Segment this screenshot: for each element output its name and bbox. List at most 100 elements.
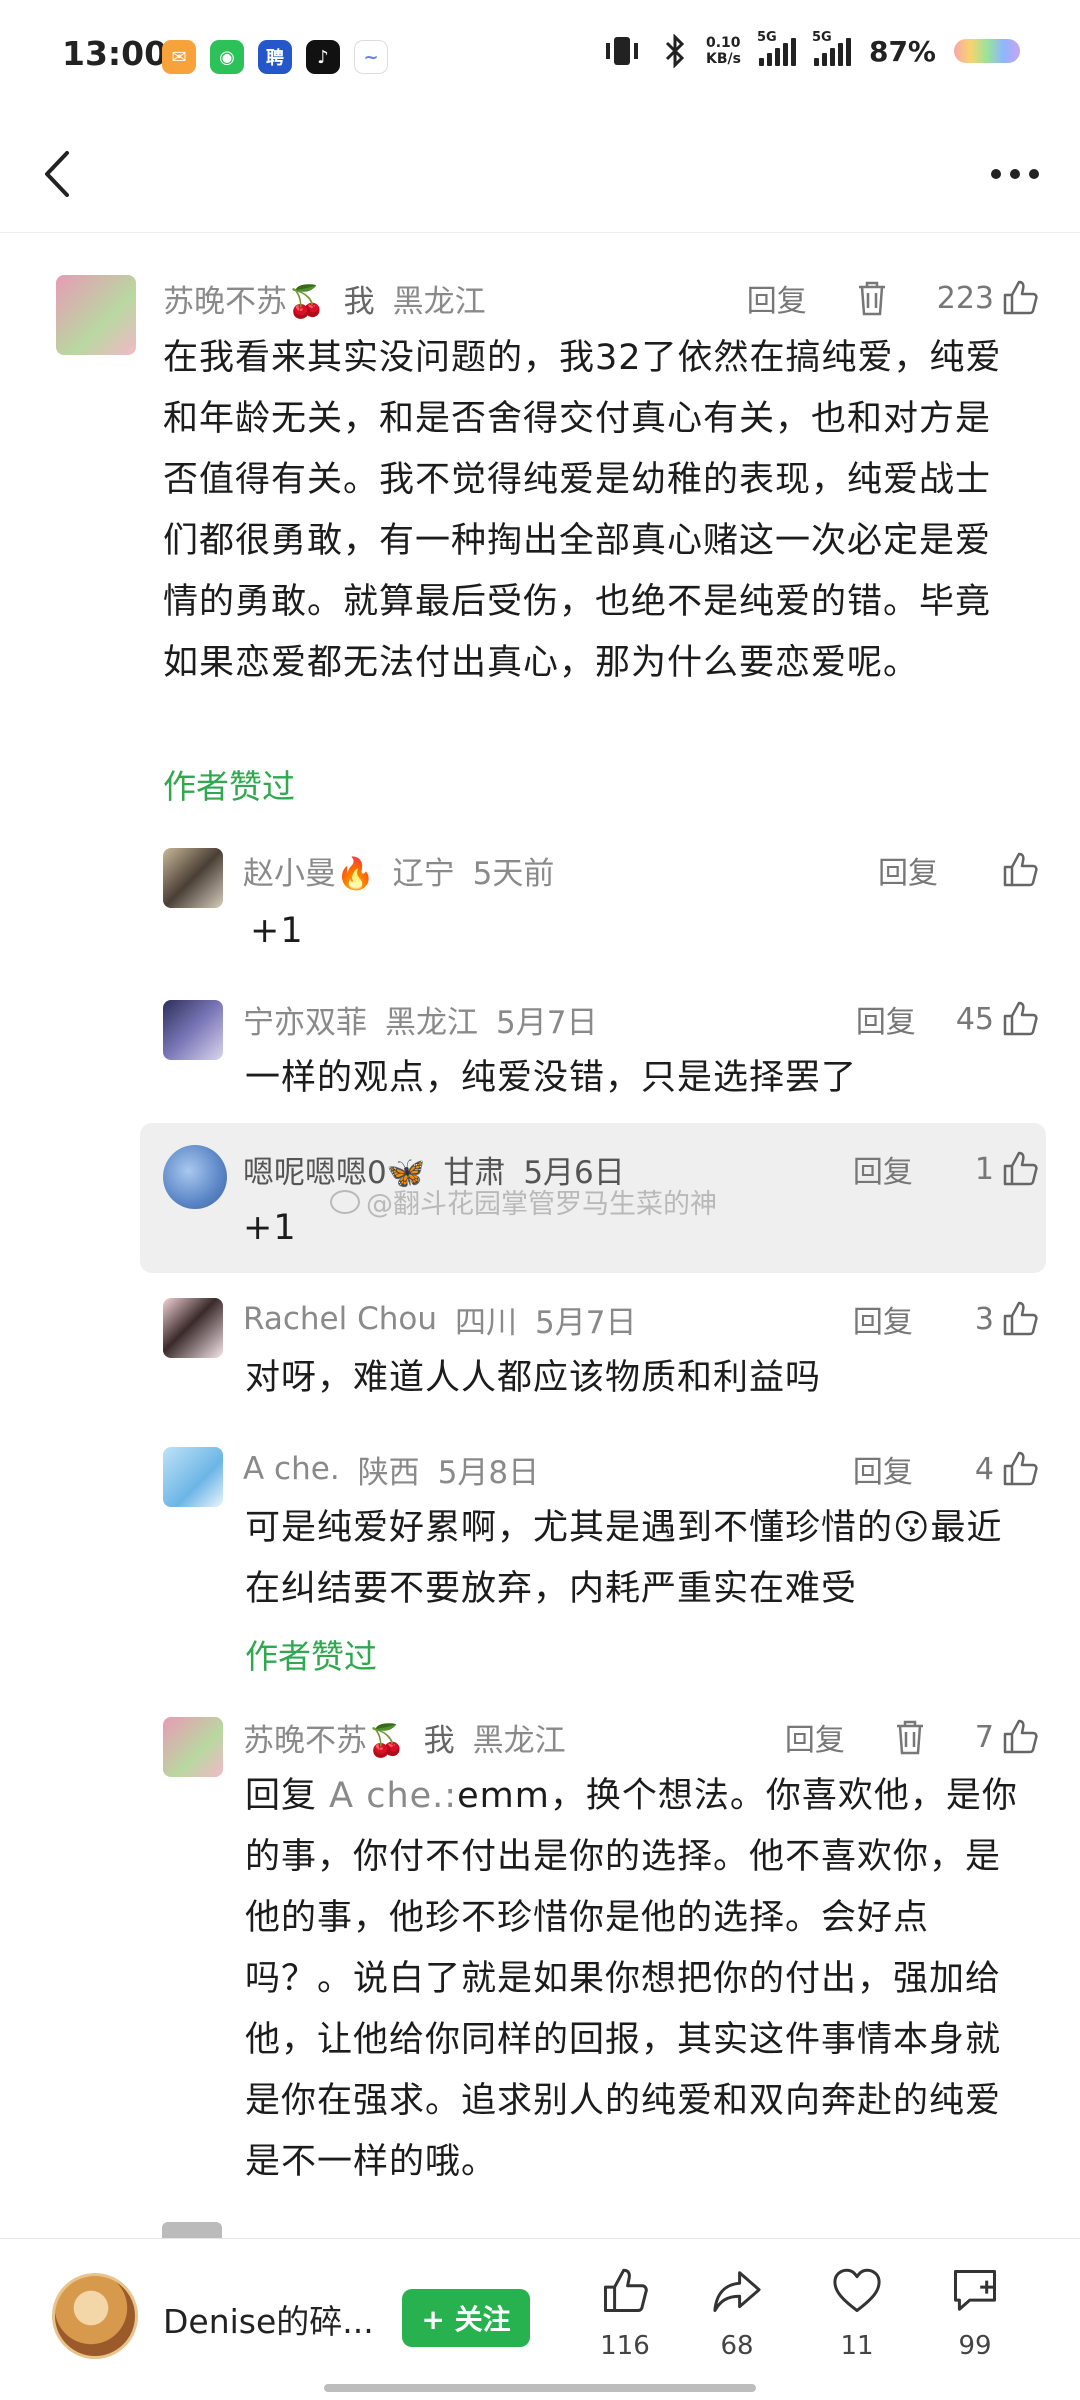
avatar[interactable]	[163, 848, 223, 908]
thumbs-up-icon	[1003, 852, 1038, 887]
bottom-action-bar: Denise的碎... + 关注 116 68 11 99	[0, 2238, 1080, 2400]
bluetooth-icon	[665, 34, 685, 68]
comment-text: 一样的观点，纯爱没错，只是选择罢了	[245, 1058, 858, 1098]
comment-actions: 回复 45	[856, 997, 1040, 1041]
comment-time: 5月7日	[535, 1304, 637, 1341]
avatar[interactable]	[163, 1298, 223, 1358]
net-speed: 0.10 KB/s	[706, 35, 741, 67]
signal-icon: 5G	[757, 30, 796, 66]
user-location: 陕西	[357, 1454, 420, 1491]
user-location: 辽宁	[392, 855, 455, 892]
like-button[interactable]: 3	[975, 1299, 1040, 1339]
heart-icon	[833, 2268, 881, 2312]
net-speed-value: 0.10	[706, 35, 741, 51]
user-name[interactable]: 赵小曼🔥	[243, 848, 375, 893]
comment-text: 回复 A che.:emm，换个想法。你喜欢他，是你的事，你付不付出是你的选择。…	[245, 1766, 1025, 2193]
user-name[interactable]: 苏晚不苏🍒	[163, 276, 326, 321]
back-button[interactable]	[32, 149, 82, 199]
like-post-button[interactable]: 116	[580, 2265, 670, 2361]
author-avatar[interactable]	[52, 2273, 138, 2359]
like-button[interactable]: 45	[956, 999, 1040, 1039]
author-name[interactable]: Denise的碎...	[163, 2295, 374, 2343]
like-button[interactable]	[1000, 850, 1040, 890]
status-indicators: 0.10 KB/s 5G 5G 87%	[600, 30, 1020, 68]
comment-header: Rachel Chou 四川 5月7日	[243, 1297, 654, 1341]
thumbs-up-icon	[1003, 1451, 1038, 1486]
like-count: 7	[974, 1719, 994, 1755]
follow-button[interactable]: + 关注	[402, 2289, 530, 2347]
battery-percent: 87%	[868, 34, 936, 68]
like-count: 116	[600, 2331, 650, 2361]
like-button[interactable]: 7	[975, 1717, 1040, 1757]
comment-text: 在我看来其实没问题的，我32了依然在搞纯爱，纯爱和年龄无关，和是否舍得交付真心有…	[163, 338, 1002, 683]
like-button[interactable]: 223	[937, 278, 1040, 318]
next-reply-partial	[162, 2222, 1022, 2238]
app-notification-icon: ✉	[162, 40, 196, 74]
like-count: 1	[974, 1151, 994, 1187]
more-options-button[interactable]	[980, 149, 1050, 199]
avatar[interactable]	[163, 1145, 227, 1209]
like-count: 45	[955, 1001, 994, 1037]
me-badge: 我	[343, 283, 375, 320]
avatar[interactable]	[163, 1447, 223, 1507]
dot	[991, 169, 1001, 179]
home-indicator[interactable]	[324, 2384, 756, 2392]
tiktok-icon: ♪	[306, 40, 340, 74]
comment-text: 对呀，难道人人都应该物质和利益吗	[245, 1358, 822, 1398]
comment-header: 苏晚不苏🍒 我 黑龙江	[163, 275, 504, 321]
avatar[interactable]	[163, 1717, 223, 1777]
like-button[interactable]: 4	[975, 1449, 1040, 1489]
signal-label: 5G	[811, 30, 832, 45]
comment-time: 5月8日	[437, 1454, 540, 1491]
avatar[interactable]	[56, 275, 136, 355]
user-location: 黑龙江	[385, 1004, 478, 1041]
reply-button[interactable]: 回复	[747, 276, 807, 320]
net-speed-unit: KB/s	[706, 51, 741, 67]
comment-header: 宁亦双菲 黑龙江 5月7日	[243, 997, 615, 1041]
favorite-count: 11	[840, 2331, 874, 2361]
user-location: 黑龙江	[472, 1722, 566, 1759]
me-badge: 我	[423, 1722, 455, 1759]
user-name[interactable]: 苏晚不苏🍒	[243, 1715, 406, 1760]
dot	[1029, 169, 1039, 179]
reply-button[interactable]: 回复	[785, 1715, 845, 1759]
user-name[interactable]: 宁亦双菲	[243, 997, 367, 1042]
delete-icon[interactable]	[851, 277, 893, 319]
comment-actions: 回复 1	[853, 1147, 1040, 1191]
thumbs-up-icon	[1003, 1301, 1038, 1336]
signal-icon: 5G	[812, 30, 851, 66]
thumbs-up-icon	[1003, 1001, 1038, 1036]
comment-count: 99	[958, 2331, 992, 2361]
comment-actions: 回复 7	[785, 1715, 1040, 1759]
comment-text: +1	[250, 911, 304, 951]
comment-text: 可是纯爱好累啊，尤其是遇到不懂珍惜的😗最近在纠结要不要放弃，内耗严重实在难受	[245, 1508, 1003, 1609]
share-count: 68	[720, 2331, 754, 2361]
comment-time: 5天前	[472, 855, 555, 892]
chevron-left-icon	[45, 151, 69, 197]
user-location: 四川	[455, 1304, 517, 1341]
reply-button[interactable]: 回复	[878, 848, 938, 892]
user-name[interactable]: Rachel Chou	[243, 1301, 437, 1337]
delete-icon[interactable]	[889, 1716, 931, 1758]
reply-button[interactable]: 回复	[853, 1147, 913, 1191]
comment-add-icon	[954, 2270, 996, 2311]
avatar[interactable]	[163, 1000, 223, 1060]
user-name[interactable]: A che.	[243, 1451, 340, 1487]
vibrate-icon	[606, 37, 638, 65]
status-time: 13:00	[62, 34, 168, 73]
comment-actions: 回复 3	[853, 1297, 1040, 1341]
comment-button[interactable]: 99	[930, 2265, 1020, 2361]
reply-button[interactable]: 回复	[856, 997, 916, 1041]
reply-button[interactable]: 回复	[853, 1447, 913, 1491]
comment-header: A che. 陕西 5月8日	[243, 1447, 557, 1491]
thumbs-up-icon	[604, 2268, 648, 2312]
author-liked-badge: 作者赞过	[163, 767, 295, 806]
dot	[1010, 169, 1020, 179]
favorite-button[interactable]: 11	[812, 2265, 902, 2361]
like-count: 4	[974, 1451, 994, 1487]
share-button[interactable]: 68	[692, 2265, 782, 2361]
reply-button[interactable]: 回复	[853, 1297, 913, 1341]
like-button[interactable]: 1	[975, 1149, 1040, 1189]
reply-target[interactable]: A che.:	[329, 1776, 457, 1816]
like-count: 3	[974, 1301, 994, 1337]
